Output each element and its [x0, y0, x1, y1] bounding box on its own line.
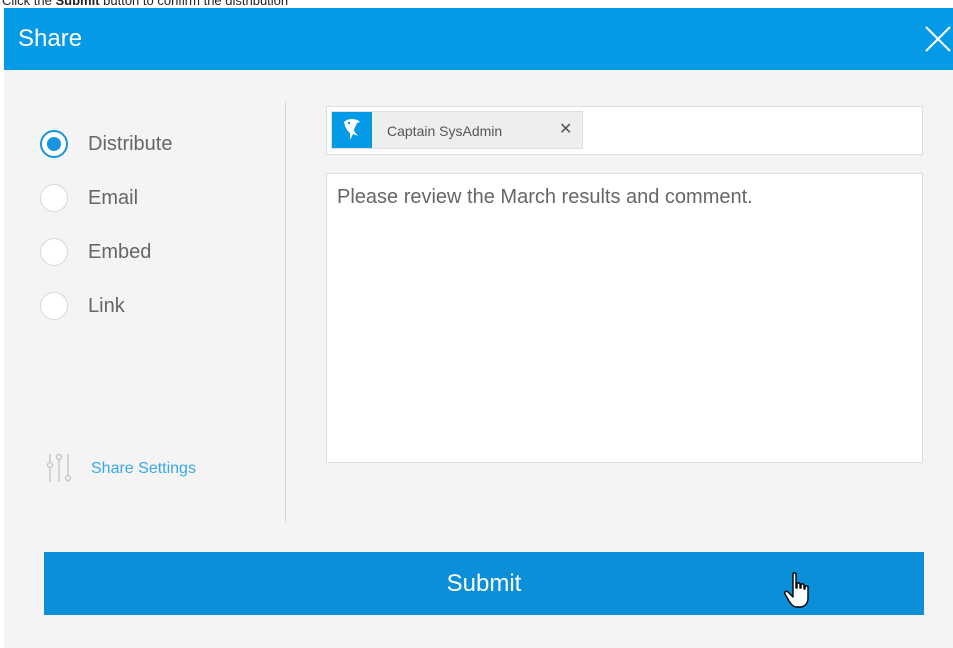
option-label: Distribute [88, 133, 173, 155]
remove-icon[interactable]: ✕ [559, 121, 572, 139]
recipient-chip: Captain SysAdmin ✕ [331, 111, 583, 149]
instruction-bold: Submit [55, 0, 100, 8]
sliders-icon [46, 453, 72, 482]
submit-button[interactable]: Submit [44, 552, 924, 615]
instruction-suffix: button to confirm the distribution [99, 0, 289, 8]
recipients-field[interactable]: Captain SysAdmin ✕ [326, 106, 923, 155]
share-settings-label: Share Settings [91, 460, 196, 477]
dialog-header: Share [4, 8, 953, 70]
option-label: Email [88, 187, 139, 209]
option-label: Embed [88, 241, 152, 263]
message-textarea[interactable]: Please review the March results and comm… [326, 173, 923, 463]
close-icon[interactable] [921, 23, 953, 55]
instruction-prefix: Click the [2, 0, 56, 8]
shark-icon [344, 119, 360, 140]
option-email[interactable]: Email [40, 184, 240, 238]
option-distribute[interactable]: Distribute [40, 130, 240, 184]
option-label: Link [88, 295, 125, 317]
radio-email[interactable] [40, 184, 68, 212]
recipient-name: Captain SysAdmin [387, 123, 503, 139]
dialog-title: Share [18, 25, 83, 52]
option-embed[interactable]: Embed [40, 238, 240, 292]
radio-embed[interactable] [40, 238, 68, 266]
radio-link[interactable] [40, 292, 68, 320]
avatar [332, 112, 372, 148]
share-dialog: Share Distribute Email Embed Link Share … [4, 8, 953, 648]
radio-distribute[interactable] [40, 130, 68, 158]
panel-divider [285, 102, 286, 522]
share-type-options: Distribute Email Embed Link [40, 130, 240, 346]
option-link[interactable]: Link [40, 292, 240, 346]
instruction-text: Click the Submit button to confirm the d… [2, 0, 288, 8]
